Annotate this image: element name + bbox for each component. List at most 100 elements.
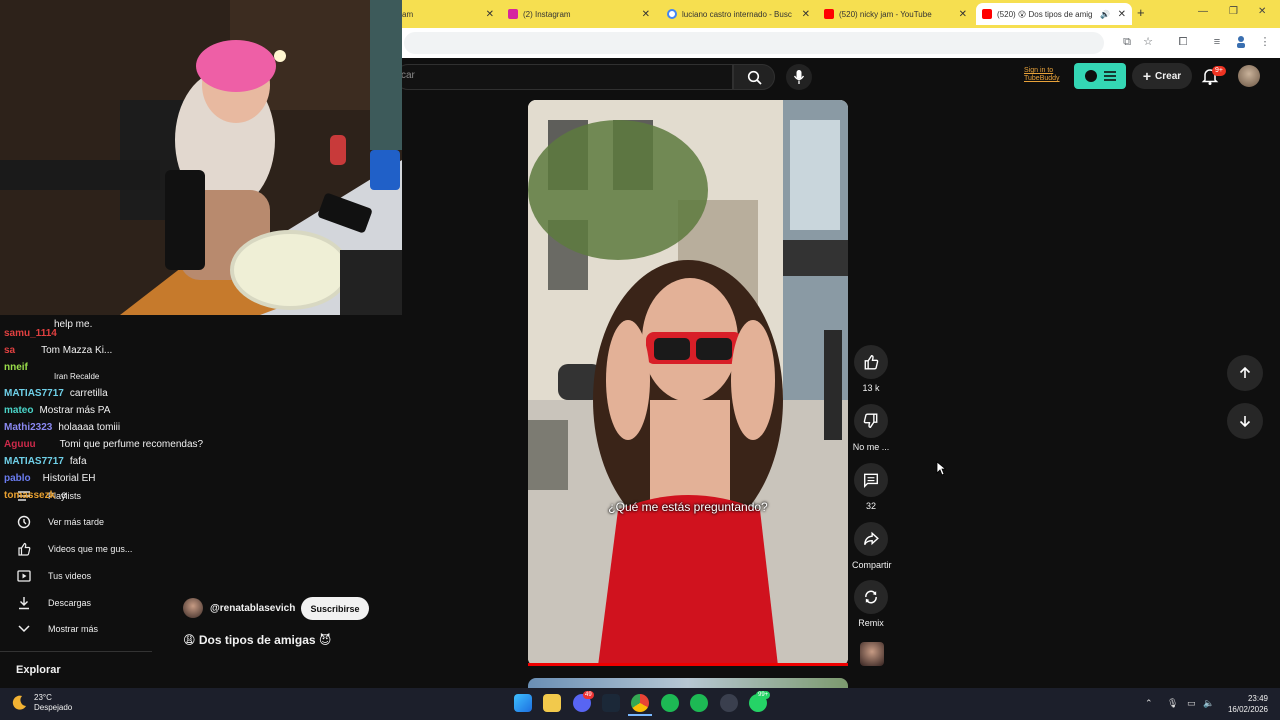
video-progress-bar[interactable] [528, 663, 848, 666]
tab-instagram[interactable]: (2) Instagram ✕ [502, 3, 656, 25]
tubebuddy-signin-link[interactable]: Sign in to TubeBuddy [1014, 67, 1074, 89]
notification-badge: 9+ [1212, 66, 1226, 76]
spotify-icon-2[interactable] [690, 694, 708, 712]
subscribe-button[interactable]: Suscribirse [301, 597, 369, 620]
audio-icon[interactable]: 🔊 [1100, 10, 1110, 19]
volume-icon[interactable]: 🔈 [1203, 698, 1214, 709]
create-button[interactable]: + Crear [1132, 63, 1192, 89]
file-explorer-icon[interactable] [543, 694, 561, 712]
share-button[interactable]: Compartir [852, 522, 892, 570]
video-icon [16, 569, 32, 583]
chat-message: Aguuu Tomi que perfume recomendas? [4, 436, 264, 453]
close-icon[interactable]: ✕ [959, 9, 967, 20]
dislike-button[interactable]: No me ... [852, 404, 890, 452]
arrow-up-icon [1239, 366, 1251, 378]
tab-title: (2) Instagram [523, 9, 571, 19]
install-app-icon[interactable]: ⧉ [1120, 35, 1134, 49]
chat-message: pablo Historial EH [4, 470, 264, 487]
tab-title: (520) 😮 Dos tipos de amig [997, 9, 1093, 19]
close-icon[interactable]: ✕ [1118, 9, 1126, 20]
tubebuddy-line2: TubeBuddy [1024, 75, 1060, 82]
spotify-icon[interactable] [661, 694, 679, 712]
account-avatar[interactable] [1238, 65, 1260, 87]
whatsapp-badge: 99+ [756, 691, 771, 699]
tab-youtube-nicky-jam[interactable]: (520) nicky jam - YouTube ✕ [818, 3, 973, 25]
media-controls-icon[interactable]: ≡ [1210, 35, 1224, 49]
bookmark-star-icon[interactable]: ☆ [1141, 35, 1155, 49]
tubebuddy-line1: Sign in to [1024, 67, 1054, 74]
plus-icon: + [1142, 68, 1152, 84]
chat-text: fafa [69, 456, 87, 467]
close-icon[interactable]: ✕ [486, 9, 494, 20]
search-button[interactable] [733, 64, 775, 90]
chat-username: MATIAS7717 [4, 388, 64, 399]
voice-search-button[interactable] [786, 64, 812, 90]
remix-button[interactable]: Remix [852, 580, 890, 628]
chat-message: Mathi2323 holaaaa tomiii [4, 419, 264, 436]
search-input[interactable] [395, 64, 733, 90]
tab-1[interactable]: am ✕ [396, 3, 500, 25]
chat-message: MATIAS7717 carretilla [4, 385, 264, 402]
sidebar-item-your-videos[interactable]: Tus videos [16, 567, 91, 585]
tab-google-search[interactable]: luciano castro internado - Busc ✕ [661, 3, 816, 25]
minimize-icon[interactable]: — [1198, 6, 1208, 17]
clock-time: 23:49 [1247, 694, 1268, 703]
network-icon[interactable]: ▭ [1187, 698, 1196, 709]
chat-username: Mathi2323 [4, 422, 53, 433]
tab-youtube-active[interactable]: (520) 😮 Dos tipos de amig 🔊 ✕ [976, 3, 1132, 25]
chat-username: pablo [4, 473, 31, 484]
new-tab-button[interactable]: + [1137, 5, 1145, 20]
tubebuddy-icon [1085, 70, 1116, 82]
profile-icon[interactable] [1234, 35, 1248, 49]
dislike-label: No me ... [852, 442, 890, 452]
clock-icon [16, 515, 32, 529]
close-icon[interactable]: ✕ [642, 9, 650, 20]
like-button[interactable]: 13 k [852, 345, 890, 393]
sidebar-item-show-more[interactable]: Mostrar más [16, 620, 98, 638]
chat-text: e [61, 490, 67, 501]
comments-button[interactable]: 32 [852, 463, 890, 511]
previous-short-button[interactable] [1227, 355, 1263, 391]
steam-icon[interactable] [602, 694, 620, 712]
sidebar-item-liked-videos[interactable]: Videos que me gus... [16, 540, 132, 558]
chat-text: holaaaa tomiii [58, 422, 121, 433]
chat-username: nneif [4, 362, 28, 373]
webcam-feed-image [0, 0, 402, 315]
short-title: 😩 Dos tipos de amigas 😈 [183, 633, 332, 647]
youtube-icon [824, 9, 834, 19]
app-icon[interactable] [720, 694, 738, 712]
next-short-button[interactable] [1227, 403, 1263, 439]
sound-source-avatar[interactable] [860, 642, 884, 666]
chrome-icon[interactable] [631, 694, 649, 712]
close-icon[interactable]: ✕ [802, 9, 810, 20]
short-video-player[interactable] [528, 100, 848, 666]
chevron-down-icon [16, 622, 32, 636]
sidebar-item-label: Videos que me gus... [48, 544, 133, 554]
tray-chevron-icon[interactable]: ⌃ [1145, 698, 1153, 709]
microphone-tray-icon[interactable]: 🎙 [1167, 698, 1178, 709]
sidebar-item-downloads[interactable]: Descargas [16, 594, 91, 612]
arrow-down-icon [1239, 416, 1251, 428]
sidebar-item-watch-later[interactable]: Ver más tarde [16, 513, 104, 531]
chat-text: Historial EH [42, 473, 96, 484]
tubebuddy-menu-button[interactable] [1074, 63, 1126, 89]
windows-start-icon[interactable] [514, 694, 532, 712]
weather-widget[interactable]: 23°C Despejado [10, 693, 72, 713]
mouse-cursor-icon [936, 461, 946, 476]
discord-badge: 49 [583, 691, 594, 699]
chat-text: Iran Recalde [54, 372, 100, 381]
close-window-icon[interactable]: ✕ [1258, 6, 1266, 17]
youtube-icon [982, 9, 992, 19]
instagram-icon [508, 9, 518, 19]
channel-name[interactable]: @renatablasevich [210, 603, 295, 614]
menu-kebab-icon[interactable]: ⋮ [1258, 35, 1272, 49]
moon-icon [12, 695, 26, 710]
chat-text: carretilla [69, 388, 108, 399]
address-bar[interactable] [404, 32, 1104, 54]
maximize-icon[interactable]: ❐ [1229, 6, 1238, 17]
system-clock[interactable]: 23:49 16/02/2026 [1226, 693, 1268, 715]
video-frame-image [528, 100, 848, 666]
channel-avatar[interactable] [183, 598, 203, 618]
comment-count: 32 [865, 501, 876, 511]
extensions-icon[interactable]: ⧠ [1176, 35, 1190, 49]
